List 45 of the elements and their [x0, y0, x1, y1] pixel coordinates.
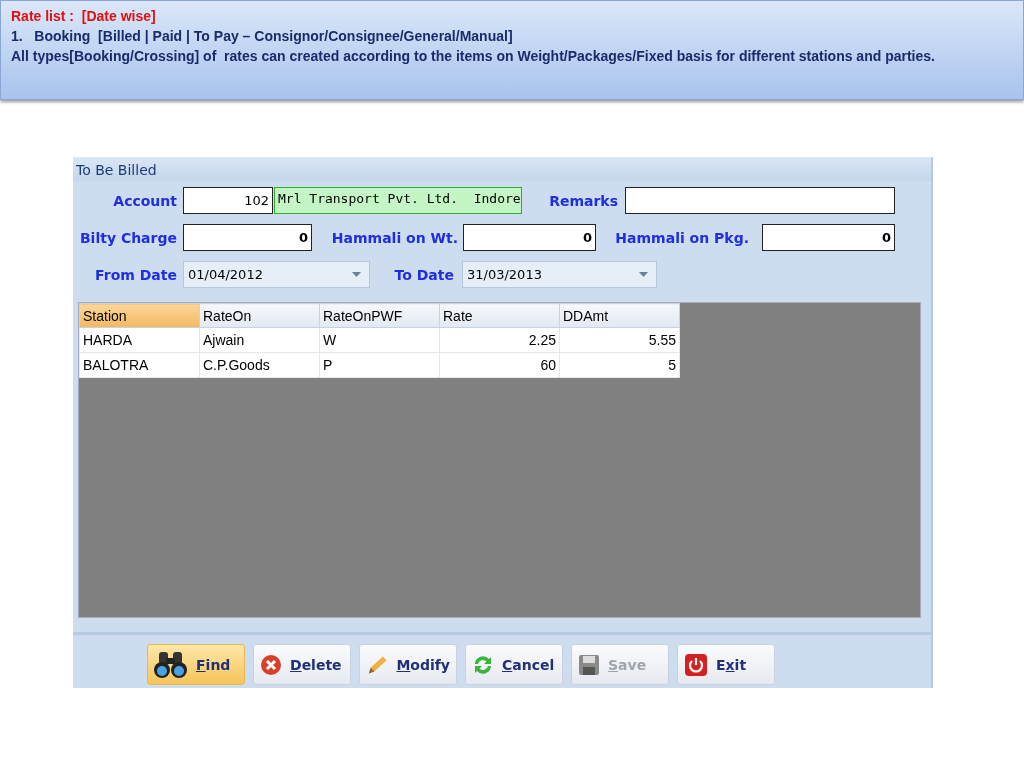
dropdown-caret-icon: [352, 272, 361, 277]
column-header[interactable]: DDAmt: [559, 303, 680, 328]
slide-text-line: 1. Booking [Billed | Paid | To Pay – Consignor/Consignee/General/Manual]: [11, 27, 514, 46]
column-header[interactable]: RateOn: [199, 303, 320, 328]
slide-text-line: All types[Booking/Crossing] of rates can created according to the items on Weight/Packages/Fixed basis for different stations and parties.: [11, 47, 936, 66]
exit-button[interactable]: Exit: [677, 644, 775, 685]
input-field[interactable]: 0: [762, 224, 895, 251]
column-header[interactable]: Rate: [439, 303, 560, 328]
table-cell: C.P.Goods: [199, 352, 320, 378]
table-cell: Ajwain: [199, 327, 320, 353]
field-label: Bilty Charge: [78, 229, 178, 246]
table-cell: P: [319, 352, 440, 378]
column-header[interactable]: Station: [79, 303, 200, 328]
account-code-field[interactable]: 102: [183, 187, 273, 214]
field-label: Hammali on Pkg.: [614, 229, 750, 246]
field-label: Remarks: [548, 192, 619, 209]
date-picker[interactable]: 01/04/2012: [183, 261, 370, 288]
power-icon: [684, 652, 708, 677]
table-cell: 5.55: [559, 327, 680, 353]
remarks-field[interactable]: [625, 187, 895, 214]
date-picker[interactable]: 31/03/2013: [462, 261, 657, 288]
cancel-button[interactable]: Cancel: [465, 644, 563, 685]
field-label: Hammali on Wt.: [330, 229, 459, 246]
delete-x-icon: [260, 653, 282, 676]
table-cell: W: [319, 327, 440, 353]
account-name-field[interactable]: Mrl Transport Pvt. Ltd. Indore: [274, 187, 522, 214]
slide-title: Rate list : [Date wise]: [11, 7, 157, 26]
refresh-arrows-icon: [472, 653, 494, 676]
find-button[interactable]: Find: [147, 644, 245, 685]
table-cell: BALOTRA: [79, 352, 200, 378]
table-cell: 2.25: [439, 327, 560, 353]
window-title: To Be Billed: [73, 157, 931, 181]
dropdown-caret-icon: [639, 272, 648, 277]
binoculars-icon: [154, 649, 188, 680]
input-field[interactable]: 0: [463, 224, 596, 251]
field-label: To Date: [393, 266, 455, 283]
column-header[interactable]: RateOnPWF: [319, 303, 440, 328]
input-field[interactable]: 0: [183, 224, 312, 251]
field-label: From Date: [94, 266, 178, 283]
field-label: Account: [112, 192, 178, 209]
table-cell: 5: [559, 352, 680, 378]
modify-button[interactable]: Modify: [359, 644, 457, 685]
table-cell: 60: [439, 352, 560, 378]
table-cell: HARDA: [79, 327, 200, 353]
delete-button[interactable]: Delete: [253, 644, 351, 685]
